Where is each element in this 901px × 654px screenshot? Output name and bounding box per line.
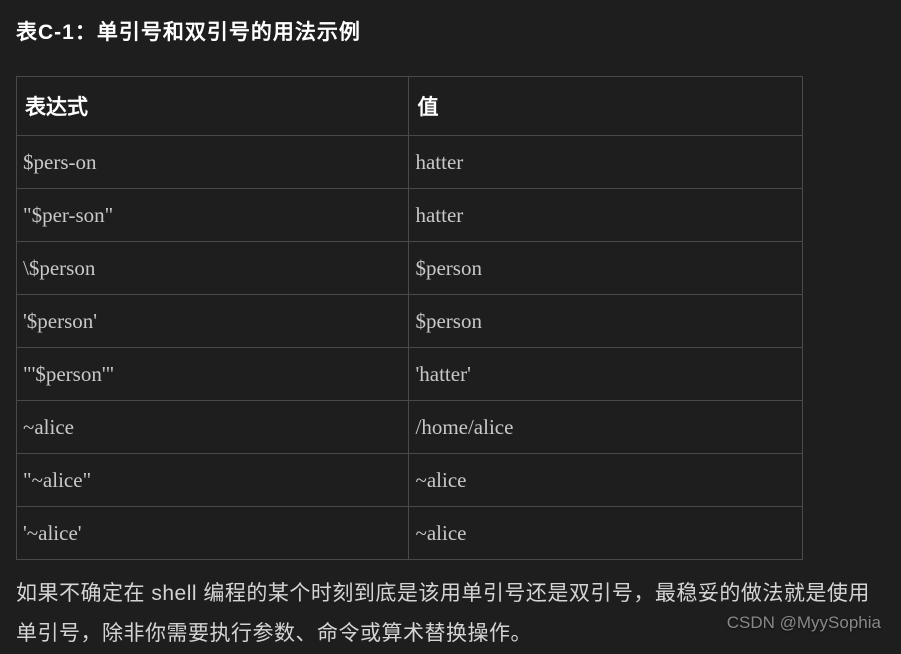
- cell-expression: "'$person'": [17, 348, 409, 401]
- table-row: ~alice /home/alice: [17, 401, 803, 454]
- table-row: '~alice' ~alice: [17, 507, 803, 560]
- cell-value: hatter: [409, 136, 803, 189]
- header-value: 值: [409, 77, 803, 136]
- table-caption: 表C-1：单引号和双引号的用法示例: [16, 16, 885, 46]
- table-row: $pers-on hatter: [17, 136, 803, 189]
- cell-value: 'hatter': [409, 348, 803, 401]
- quotes-usage-table: 表达式 值 $pers-on hatter "$per-son" hatter …: [16, 76, 803, 560]
- watermark: CSDN @MyySophia: [727, 613, 881, 633]
- cell-expression: "~alice": [17, 454, 409, 507]
- cell-value: ~alice: [409, 454, 803, 507]
- table-row: "$per-son" hatter: [17, 189, 803, 242]
- cell-expression: $pers-on: [17, 136, 409, 189]
- table-header-row: 表达式 值: [17, 77, 803, 136]
- cell-expression: "$per-son": [17, 189, 409, 242]
- cell-value: $person: [409, 242, 803, 295]
- cell-value: $person: [409, 295, 803, 348]
- cell-value: /home/alice: [409, 401, 803, 454]
- table-row: "'$person'" 'hatter': [17, 348, 803, 401]
- cell-value: hatter: [409, 189, 803, 242]
- cell-expression: '~alice': [17, 507, 409, 560]
- header-expression: 表达式: [17, 77, 409, 136]
- table-row: "~alice" ~alice: [17, 454, 803, 507]
- cell-value: ~alice: [409, 507, 803, 560]
- table-row: \$person $person: [17, 242, 803, 295]
- table-row: '$person' $person: [17, 295, 803, 348]
- cell-expression: '$person': [17, 295, 409, 348]
- cell-expression: ~alice: [17, 401, 409, 454]
- cell-expression: \$person: [17, 242, 409, 295]
